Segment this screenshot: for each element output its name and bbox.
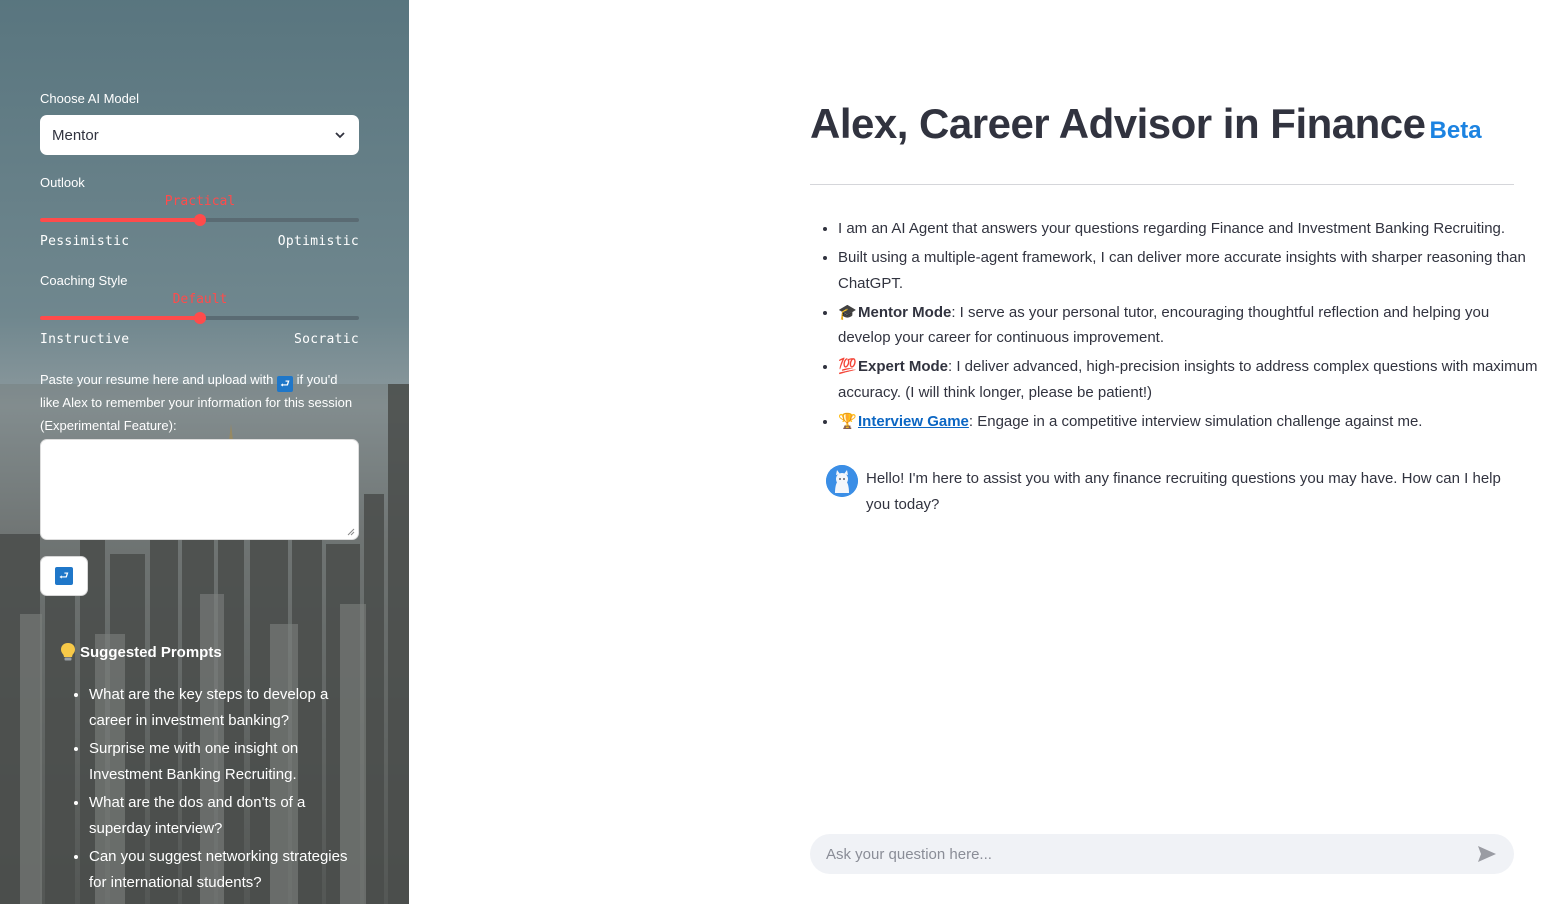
feature-item: Built using a multiple-agent framework, … [838,245,1542,296]
beta-badge: Beta [1429,117,1482,144]
assistant-message-text: Hello! I'm here to assist you with any f… [866,470,1501,513]
feature-item-interview-game: 🏆Interview Game: Engage in a competitive… [838,409,1542,435]
resize-grip-icon[interactable] [347,528,355,536]
page-title-text: Alex, Career Advisor in Finance [810,100,1426,147]
interview-game-desc: : Engage in a competitive interview simu… [968,412,1423,430]
outlook-min-label: Pessimistic [40,234,130,249]
main-content: Alex, Career Advisor in FinanceBeta I am… [810,0,1537,904]
feature-item: I am an AI Agent that answers your quest… [838,216,1542,242]
model-select-value: Mentor [52,126,99,144]
suggested-prompt-item[interactable]: What are the dos and don'ts of a superda… [89,790,369,841]
interview-game-link[interactable]: Interview Game [858,413,969,430]
model-select-label: Choose AI Model [40,91,140,106]
chevron-down-icon [335,132,345,139]
expert-mode-label: Expert Mode [858,358,949,375]
page-title: Alex, Career Advisor in Finance Beta [810,100,1482,148]
hundred-points-icon: 💯 [838,358,857,375]
upload-resume-button[interactable]: ⮐ [40,556,88,596]
assistant-message: Hello! I'm here to assist you with any f… [826,465,1516,518]
resume-instructions: Paste your resume here and upload with ⮐… [40,369,360,437]
coaching-max-label: Socratic [293,332,359,347]
suggested-prompt-item[interactable]: Can you suggest networking strategies fo… [89,844,369,895]
suggested-prompts-heading: Suggested Prompts [60,642,222,662]
return-arrow-icon: ⮐ [277,376,294,392]
model-select[interactable]: Mentor [40,115,359,155]
suggested-prompt-item[interactable]: What are the key steps to develop a care… [89,682,369,733]
sidebar: Choose AI Model Mentor Outlook Practical… [0,0,409,904]
lightbulb-icon [61,643,75,661]
coaching-min-label: Instructive [40,332,130,347]
bot-avatar-icon [826,465,858,497]
outlook-value: Practical [164,194,236,209]
trophy-icon: 🏆 [838,412,857,430]
feature-item-expert-mode: 💯Expert Mode: I deliver advanced, high-p… [838,354,1542,405]
outlook-max-label: Optimistic [277,234,359,249]
resume-instructions-part1: Paste your resume here and upload with [40,372,274,387]
resume-textarea[interactable] [40,439,359,540]
outlook-slider[interactable] [40,214,359,226]
coaching-style-label: Coaching Style [40,273,128,288]
return-arrow-icon: ⮐ [55,567,73,585]
suggested-prompts-list: What are the key steps to develop a care… [60,682,369,898]
send-icon[interactable] [1476,843,1498,865]
suggested-prompt-item[interactable]: Surprise me with one insight on Investme… [89,736,369,787]
chat-input[interactable] [810,845,1476,863]
outlook-label: Outlook [40,175,85,190]
assistant-avatar [826,465,858,497]
suggested-prompts-title: Suggested Prompts [80,643,222,661]
mentor-mode-label: Mentor Mode [858,303,952,321]
graduation-cap-icon: 🎓 [838,303,857,321]
outlook-slider-thumb[interactable] [194,214,206,226]
coaching-slider-thumb[interactable] [194,312,206,324]
coaching-style-value: Default [172,292,228,307]
feature-list: I am an AI Agent that answers your quest… [810,216,1542,438]
coaching-style-slider[interactable] [40,312,359,324]
outlook-slider-fill [40,218,200,222]
feature-item-mentor-mode: 🎓Mentor Mode: I serve as your personal t… [838,300,1542,351]
coaching-slider-fill [40,316,200,320]
divider [810,184,1514,185]
chat-input-bar[interactable] [810,834,1514,874]
